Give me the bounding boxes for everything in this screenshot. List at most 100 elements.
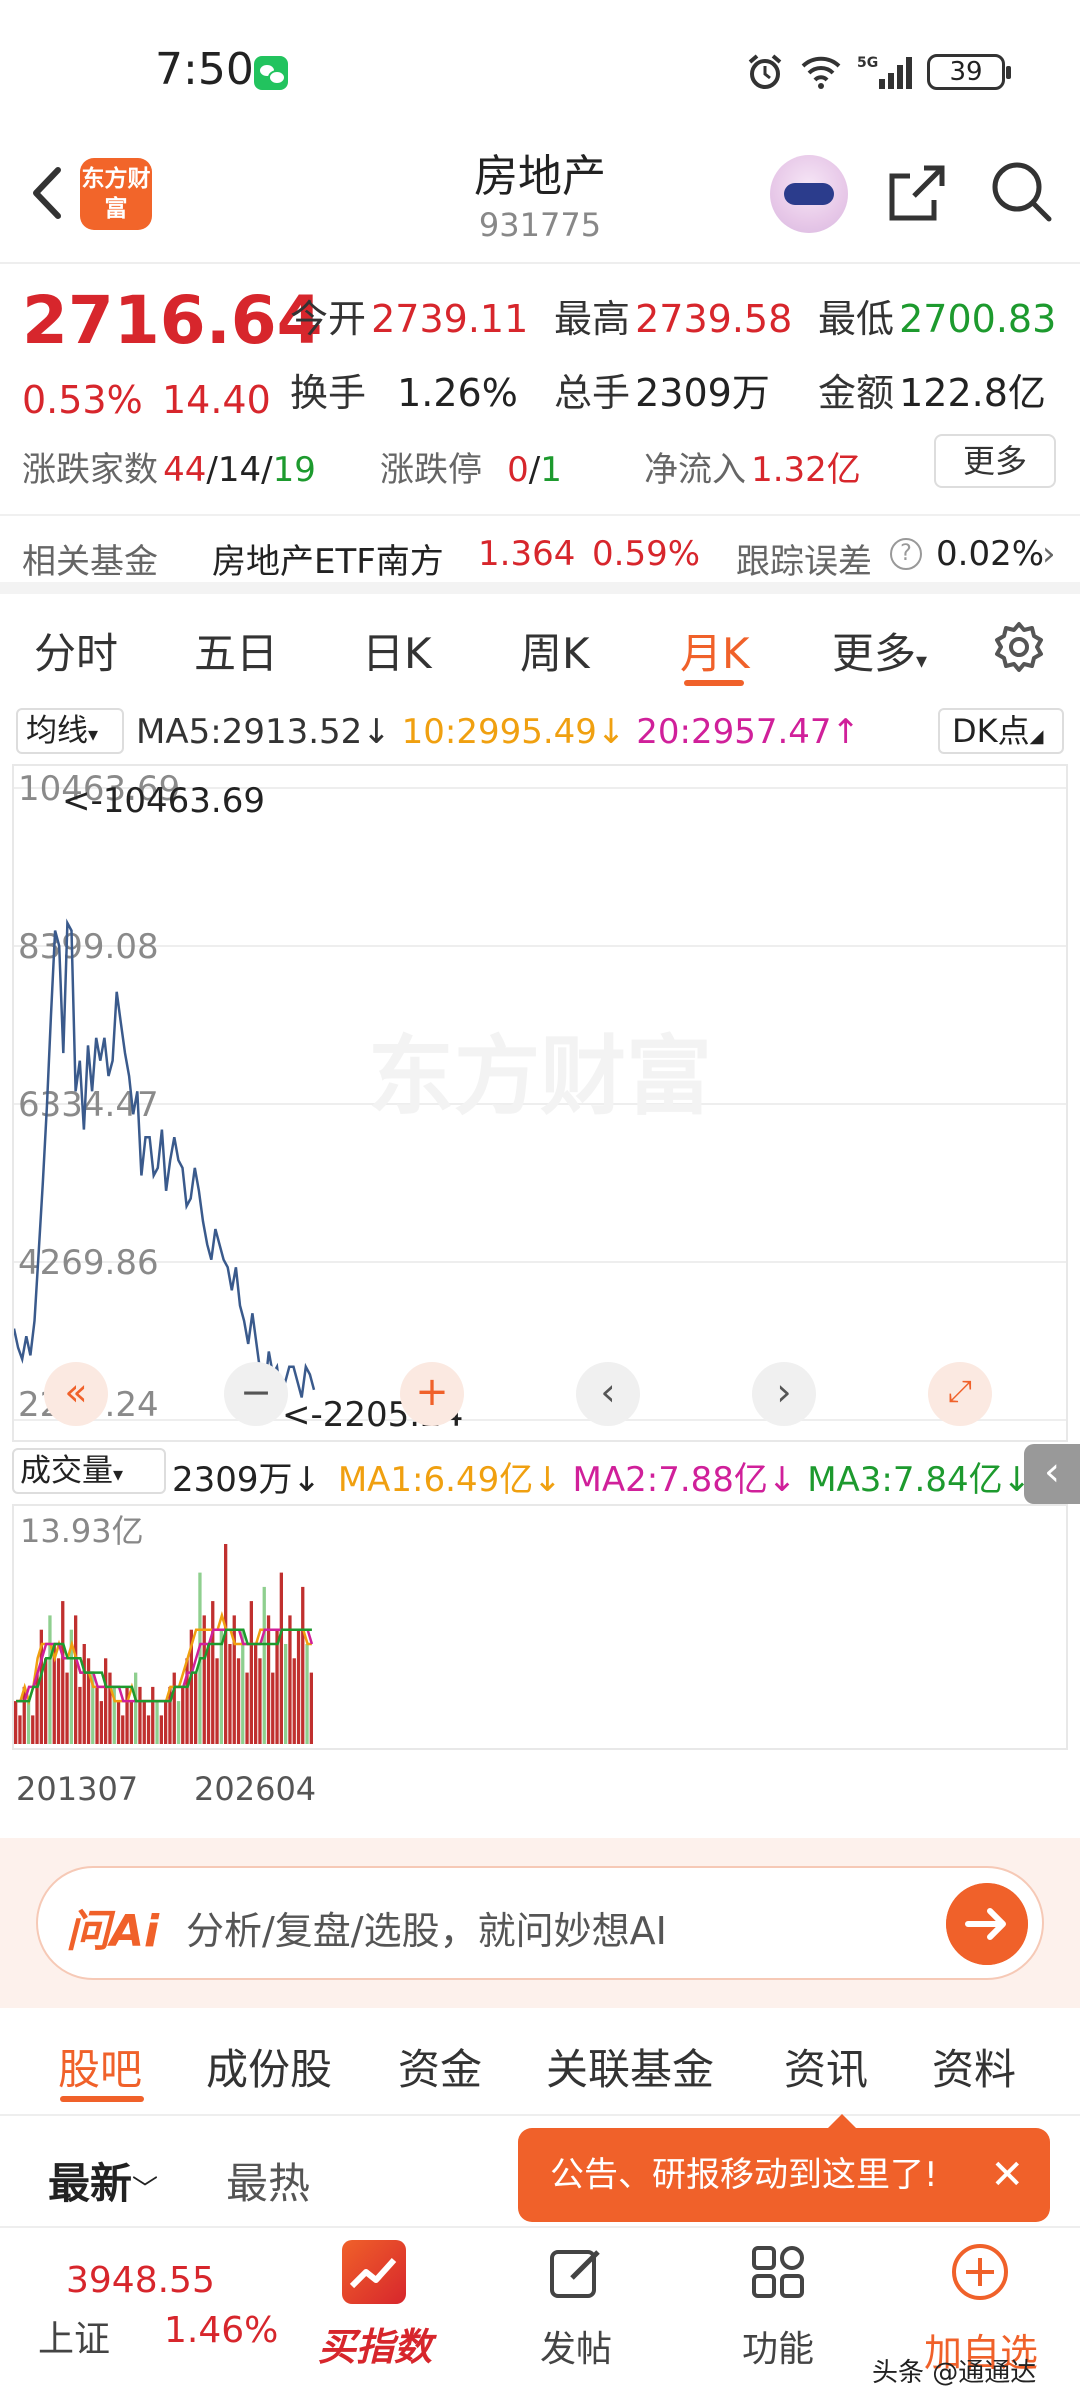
ai-send-button[interactable] — [946, 1883, 1028, 1965]
share-icon[interactable] — [884, 160, 950, 226]
volume-bar — [61, 1601, 65, 1744]
buy-index-icon[interactable] — [342, 2240, 406, 2304]
dropdown-triangle-icon: ▾ — [88, 722, 99, 746]
kline-chart[interactable]: 东方财富 10463.698399.086334.474269.862205.2… — [12, 764, 1068, 1442]
volume-bar — [172, 1672, 176, 1744]
sort-latest[interactable]: 最新﹀ — [48, 2150, 158, 2211]
current-price: 2716.64 — [22, 282, 323, 359]
volume-bar — [104, 1658, 108, 1744]
sh-index-change[interactable]: 1.46% — [164, 2310, 278, 2351]
volume-bar — [146, 1715, 151, 1744]
tooltip-text: 公告、研报移动到这里了! — [550, 2155, 938, 2195]
x-axis-start: 201307 — [16, 1770, 139, 1808]
svg-text:5G: 5G — [857, 55, 878, 71]
subtab-news[interactable]: 资讯 — [784, 2036, 868, 2097]
volume-current: 2309万↓ — [172, 1460, 322, 1500]
close-icon[interactable]: ✕ — [990, 2128, 1024, 2222]
fullscreen-icon[interactable]: ⤢ — [928, 1362, 992, 1426]
dk-point-button[interactable]: DK点◢ — [938, 708, 1064, 754]
volume-bar — [258, 1658, 262, 1744]
turnover-group: 换手 1.26% — [290, 362, 518, 417]
dropdown-triangle-icon: ▾ — [916, 649, 928, 674]
subtab-constituents[interactable]: 成份股 — [206, 2036, 332, 2097]
volume-bar — [86, 1658, 91, 1744]
zoom-out-button[interactable]: − — [224, 1362, 288, 1426]
volume-bar — [14, 1701, 18, 1744]
back-icon[interactable] — [22, 158, 72, 228]
volume-bar — [245, 1672, 249, 1744]
tab-more[interactable]: 更多▾ — [832, 620, 927, 681]
help-icon[interactable]: ? — [890, 538, 922, 570]
volume-bar — [228, 1644, 232, 1744]
add-watchlist-icon[interactable] — [948, 2240, 1012, 2304]
indicator-selector[interactable]: 均线▾ — [16, 708, 124, 754]
open-label: 今开 — [290, 297, 367, 341]
volume-label: 总手 — [554, 371, 631, 415]
tab-five-day[interactable]: 五日 — [194, 620, 278, 681]
scroll-left-button[interactable]: ‹ — [576, 1362, 640, 1426]
tab-daily-k[interactable]: 日K — [362, 620, 432, 681]
search-icon[interactable] — [988, 158, 1054, 224]
volume-bar — [309, 1672, 313, 1744]
tab-more-label: 更多 — [832, 629, 917, 678]
volume-bar — [185, 1658, 189, 1744]
wifi-icon — [801, 56, 841, 89]
volume-bar — [219, 1629, 223, 1744]
ai-robot-avatar[interactable] — [770, 155, 848, 233]
tab-monthly-k[interactable]: 月K — [680, 620, 750, 681]
function-grid-icon[interactable] — [748, 2242, 808, 2302]
zoom-in-button[interactable]: + — [400, 1362, 464, 1426]
settings-icon[interactable] — [990, 618, 1048, 676]
subtab-forum[interactable]: 股吧 — [58, 2036, 142, 2097]
open-value: 2739.11 — [371, 297, 529, 341]
breadth-label: 涨跌家数 — [22, 450, 158, 490]
battery-indicator: 39 — [927, 54, 1011, 90]
volume-bar — [31, 1715, 35, 1744]
volume-bar — [279, 1572, 283, 1744]
subtab-funds-flow[interactable]: 资金 — [398, 2036, 482, 2097]
limit-up: 0 — [507, 450, 529, 490]
status-icons: 5G 39 — [745, 50, 1011, 94]
low-group: 最低 2700.83 — [818, 288, 1056, 343]
volume-bar — [176, 1701, 181, 1744]
collapse-panel-button[interactable]: ‹ — [1024, 1444, 1080, 1504]
volume-chart-svg: 13.93亿 — [14, 1512, 314, 1744]
amount-label: 金额 — [818, 371, 895, 415]
more-button[interactable]: 更多 — [934, 434, 1056, 488]
volume-chart[interactable]: 13.93亿 — [12, 1504, 1068, 1750]
post-label[interactable]: 发帖 — [540, 2320, 612, 2372]
indicator-selector-label: 均线 — [26, 713, 88, 749]
ma20-value: 20:2957.47↑ — [636, 712, 861, 752]
scroll-to-start-button[interactable]: « — [44, 1362, 108, 1426]
fund-name[interactable]: 房地产ETF南方 — [212, 534, 444, 583]
sort-hottest[interactable]: 最热 — [226, 2150, 310, 2211]
sh-index-value[interactable]: 3948.55 — [66, 2260, 215, 2301]
volume-bar — [82, 1644, 86, 1744]
scroll-right-button[interactable]: › — [752, 1362, 816, 1426]
sh-index-name[interactable]: 上证 — [38, 2310, 110, 2362]
volume-bar — [78, 1686, 82, 1744]
dk-label: DK点 — [952, 712, 1030, 750]
alarm-icon — [748, 54, 782, 89]
volume-ma2: MA2:7.88亿↓ — [572, 1460, 797, 1500]
volume-bar — [266, 1615, 271, 1744]
volume-indicator-selector[interactable]: 成交量▾ — [12, 1448, 166, 1494]
tab-weekly-k[interactable]: 周K — [520, 620, 590, 681]
volume-bar — [271, 1672, 275, 1744]
ma-values: MA5:2913.52↓ 10:2995.49↓ 20:2957.47↑ — [136, 712, 860, 752]
related-fund-row[interactable]: 相关基金 房地产ETF南方 1.364 0.59% 跟踪误差 ? 0.02% › — [0, 514, 1080, 594]
volume-bar — [26, 1701, 31, 1744]
corner-triangle-icon: ◢ — [1029, 726, 1044, 747]
volume-bar — [44, 1658, 48, 1744]
subtab-profile[interactable]: 资料 — [932, 2036, 1016, 2097]
function-label[interactable]: 功能 — [742, 2320, 814, 2372]
subtab-related-funds[interactable]: 关联基金 — [546, 2036, 714, 2097]
volume-bar — [275, 1629, 279, 1744]
volume-bar — [194, 1672, 198, 1744]
volume-bar — [211, 1601, 215, 1744]
sort-latest-label: 最新 — [48, 2159, 133, 2208]
volume-ma1: MA1:6.49亿↓ — [337, 1460, 562, 1500]
buy-index-label[interactable]: 买指数 — [318, 2316, 432, 2371]
post-icon[interactable] — [546, 2242, 606, 2302]
tab-intraday[interactable]: 分时 — [34, 620, 118, 681]
